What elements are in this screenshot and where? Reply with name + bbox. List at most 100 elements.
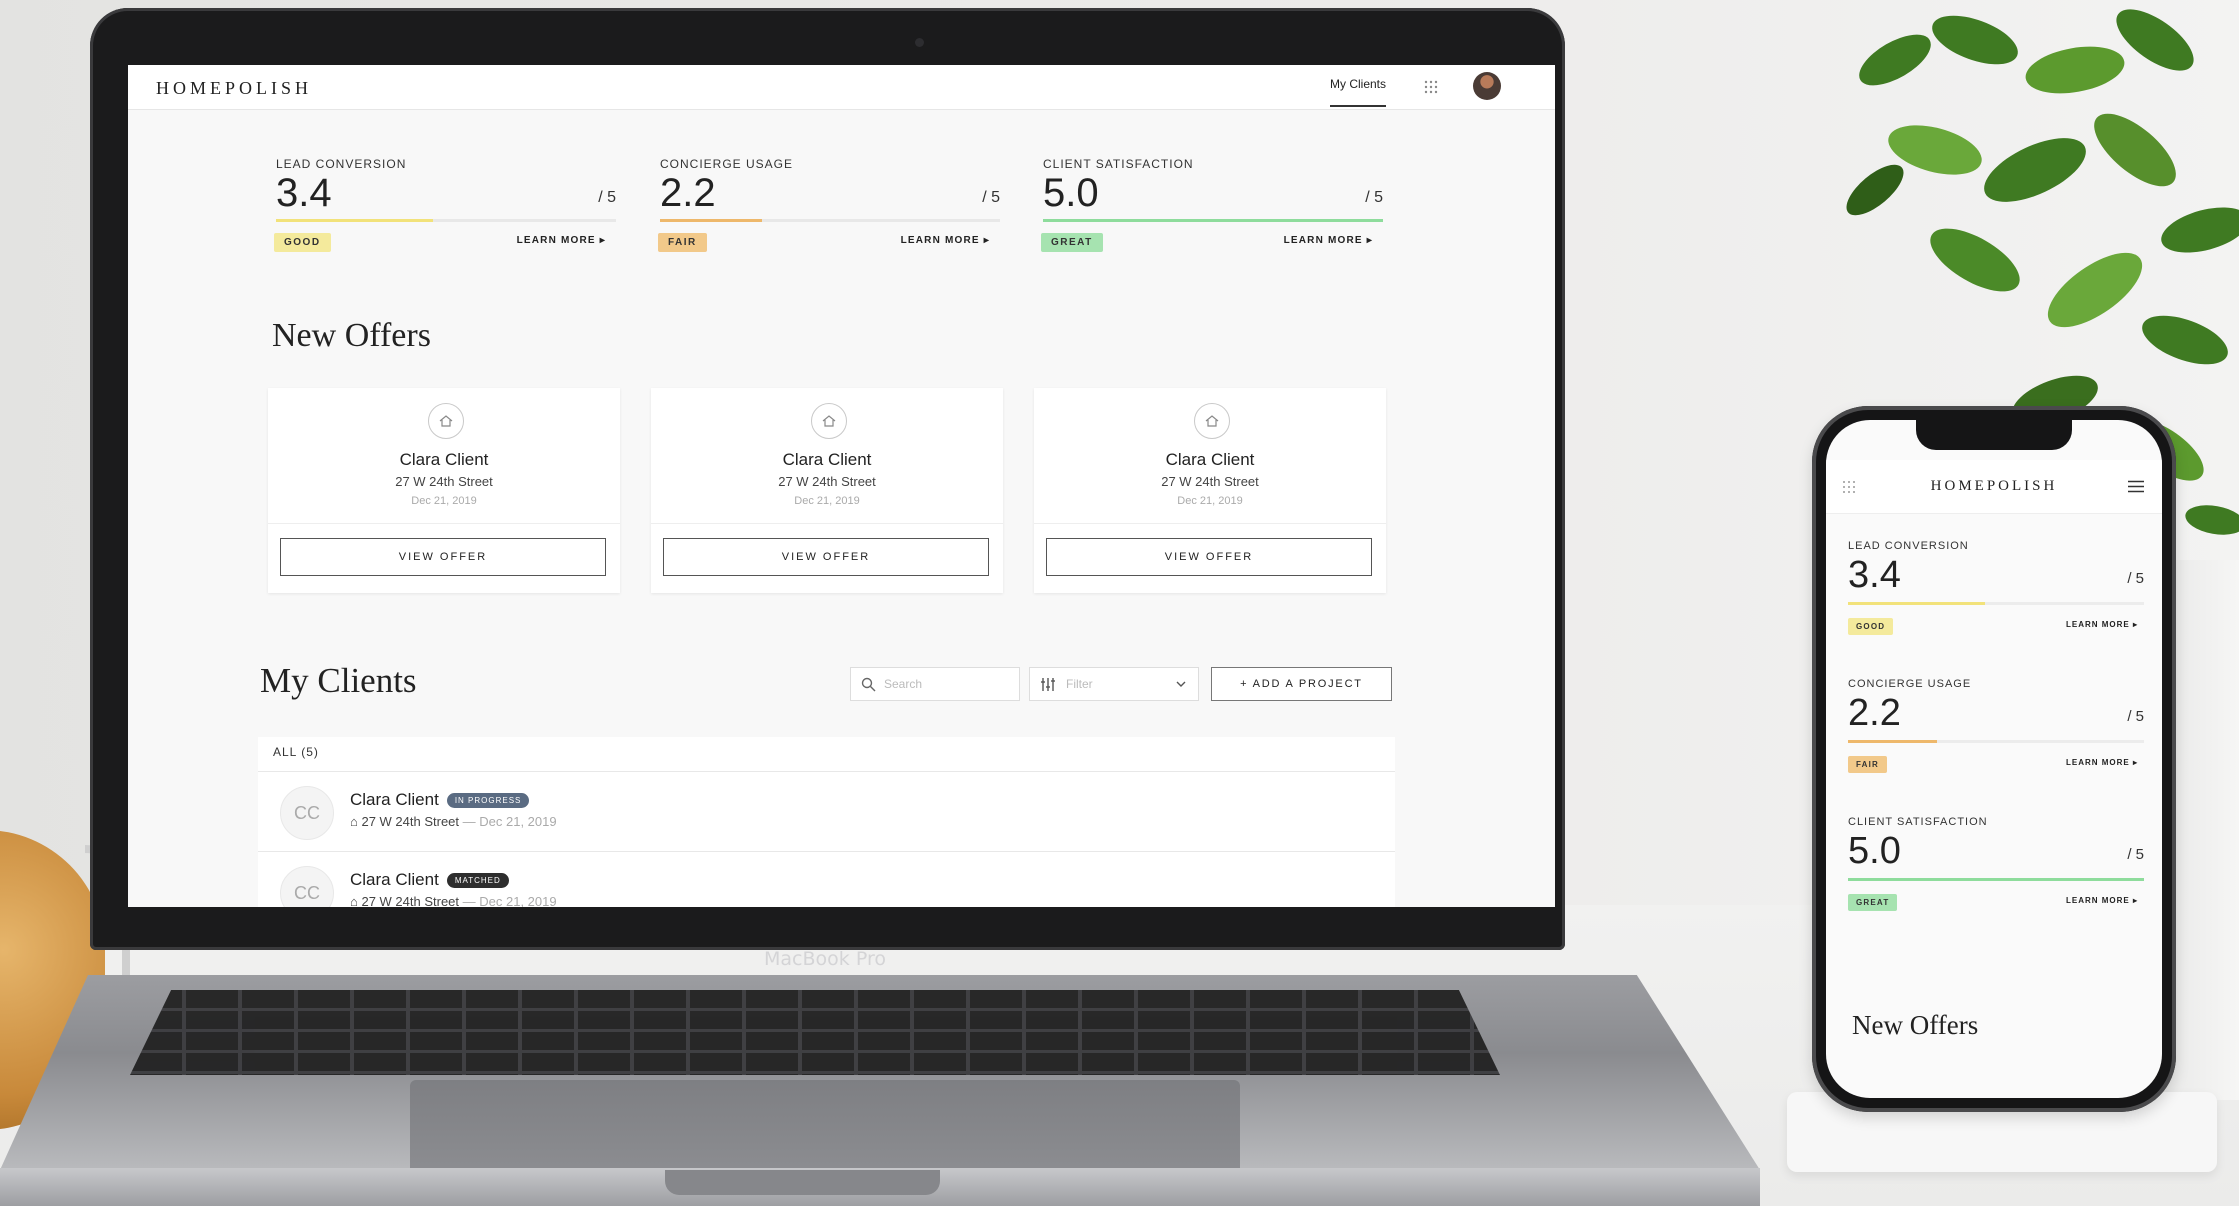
- status-badge: MATCHED: [446, 873, 509, 889]
- offer-client-name: Clara Client: [1165, 450, 1255, 469]
- metric-label: CONCIERGE USAGE: [660, 157, 794, 171]
- phone-screen: HOMEPOLISH LEAD CONVERSION 3.4 / 5 GOOD …: [1826, 420, 2162, 1098]
- metric-max: / 5: [2127, 846, 2144, 863]
- client-row[interactable]: CC Clara Client MATCHED ⌂ 27 W 24th Stree…: [258, 851, 1395, 907]
- filter-sliders-icon: [1041, 678, 1055, 691]
- client-address-line: ⌂ 27 W 24th Street — Dec 21, 2019: [350, 814, 557, 829]
- client-initials-avatar: CC: [280, 866, 334, 907]
- metric-badge: FAIR: [1848, 756, 1888, 773]
- client-row[interactable]: CC Clara Client IN PROGRESS ⌂ 27 W 24th S…: [258, 771, 1395, 851]
- filter-placeholder: Filter: [1066, 677, 1093, 691]
- metric-badge: GOOD: [1848, 618, 1894, 635]
- app-logo[interactable]: HOMEPOLISH: [156, 78, 312, 99]
- metric-progress-track: [276, 219, 616, 222]
- metric-progress-track: [660, 219, 1000, 222]
- metric-label: CONCIERGE USAGE: [1848, 678, 1972, 690]
- metric-progress-fill: [660, 219, 762, 222]
- chevron-down-icon: [1176, 681, 1186, 687]
- list-filter-all[interactable]: ALL (5): [273, 745, 319, 759]
- metric-max: / 5: [982, 189, 1000, 206]
- offer-date: Dec 21, 2019: [794, 495, 860, 507]
- laptop-trackpad: [410, 1080, 1240, 1180]
- learn-more-link[interactable]: LEARN MORE ▸: [901, 235, 990, 246]
- metric-concierge-usage: CONCIERGE USAGE 2.2 / 5 FAIR LEARN MORE …: [658, 157, 1000, 252]
- laptop-notch: [665, 1170, 940, 1195]
- metric-progress-fill: [1043, 219, 1383, 222]
- metric-badge: GOOD: [274, 233, 331, 252]
- search-placeholder: Search: [884, 677, 923, 691]
- client-date: — Dec 21, 2019: [459, 894, 557, 907]
- house-icon: [1194, 403, 1230, 439]
- offer-date: Dec 21, 2019: [1177, 495, 1243, 507]
- metric-progress-fill: [276, 219, 434, 222]
- view-offer-button[interactable]: VIEW OFFER: [663, 538, 989, 576]
- metric-value: 5.0: [1848, 830, 1901, 872]
- client-initials-avatar: CC: [280, 786, 334, 840]
- metric-badge: GREAT: [1041, 233, 1103, 252]
- house-icon: [428, 403, 464, 439]
- camera-dot: [915, 38, 924, 47]
- hamburger-menu-icon[interactable]: [2128, 480, 2144, 493]
- house-icon: [811, 403, 847, 439]
- search-input[interactable]: Search: [850, 667, 1020, 701]
- metric-progress-track: [1848, 878, 2144, 881]
- metric-value: 3.4: [276, 171, 332, 215]
- metric-progress-track: [1848, 602, 2144, 605]
- offer-client-name: Clara Client: [782, 450, 872, 469]
- app-header: HOMEPOLISH My Clients: [128, 65, 1555, 110]
- phone-metric-lead-conversion: LEAD CONVERSION 3.4 / 5 GOOD LEARN MORE …: [1848, 540, 2144, 635]
- metric-value: 2.2: [1848, 692, 1901, 734]
- user-avatar[interactable]: [1473, 72, 1501, 100]
- metric-label: CLIENT SATISFACTION: [1043, 157, 1194, 171]
- client-name: Clara Client: [350, 790, 439, 809]
- metric-max: / 5: [2127, 570, 2144, 587]
- metric-label: LEAD CONVERSION: [1848, 540, 1969, 552]
- view-offer-button[interactable]: VIEW OFFER: [1046, 538, 1372, 576]
- offer-card: Clara Client 27 W 24th Street Dec 21, 20…: [268, 388, 620, 593]
- laptop-keyboard: [130, 990, 1500, 1075]
- metric-badge: GREAT: [1848, 894, 1898, 911]
- metric-progress-fill: [1848, 740, 1937, 743]
- add-project-button[interactable]: + ADD A PROJECT: [1211, 667, 1392, 701]
- nav-my-clients[interactable]: My Clients: [1330, 77, 1387, 107]
- client-name-line: Clara Client IN PROGRESS: [350, 790, 530, 810]
- learn-more-link[interactable]: LEARN MORE ▸: [2066, 896, 2138, 905]
- learn-more-link[interactable]: LEARN MORE ▸: [1284, 235, 1373, 246]
- filter-dropdown[interactable]: Filter: [1029, 667, 1199, 701]
- new-offers-title: New Offers: [272, 317, 431, 354]
- metric-value: 5.0: [1043, 171, 1099, 215]
- metric-progress-fill: [1848, 878, 2144, 881]
- phone-new-offers-title: New Offers: [1852, 1010, 1979, 1040]
- offer-address: 27 W 24th Street: [778, 474, 876, 489]
- metric-client-satisfaction: CLIENT SATISFACTION 5.0 / 5 GREAT LEARN …: [1041, 157, 1383, 252]
- learn-more-link[interactable]: LEARN MORE ▸: [517, 235, 606, 246]
- client-address-line: ⌂ 27 W 24th Street — Dec 21, 2019: [350, 894, 557, 907]
- phone-metric-client-satisfaction: CLIENT SATISFACTION 5.0 / 5 GREAT LEARN …: [1848, 816, 2144, 911]
- phone-app-header: HOMEPOLISH: [1826, 460, 2162, 514]
- divider: [268, 523, 620, 524]
- client-date: — Dec 21, 2019: [459, 814, 557, 829]
- metric-max: / 5: [1365, 189, 1383, 206]
- house-icon: ⌂: [350, 814, 362, 829]
- metric-progress-track: [1848, 740, 2144, 743]
- view-offer-button[interactable]: VIEW OFFER: [280, 538, 606, 576]
- metric-max: / 5: [598, 189, 616, 206]
- apps-grid-icon[interactable]: [1423, 79, 1439, 95]
- laptop-screen: HOMEPOLISH My Clients LEAD CONVERSION 3.…: [128, 65, 1555, 907]
- my-clients-title: My Clients: [260, 661, 417, 700]
- learn-more-link[interactable]: LEARN MORE ▸: [2066, 620, 2138, 629]
- metric-label: CLIENT SATISFACTION: [1848, 816, 1988, 828]
- metric-value: 2.2: [660, 171, 716, 215]
- phone-notch: [1916, 420, 2072, 450]
- laptop-brand-label: MacBook Pro: [764, 948, 886, 970]
- metric-progress-fill: [1848, 602, 1985, 605]
- divider: [651, 523, 1003, 524]
- client-name: Clara Client: [350, 870, 439, 889]
- offer-address: 27 W 24th Street: [1161, 474, 1259, 489]
- learn-more-link[interactable]: LEARN MORE ▸: [2066, 758, 2138, 767]
- phone-app-logo[interactable]: HOMEPOLISH: [1826, 478, 2162, 495]
- phone-metric-concierge-usage: CONCIERGE USAGE 2.2 / 5 FAIR LEARN MORE …: [1848, 678, 2144, 773]
- house-icon: ⌂: [350, 894, 362, 907]
- status-badge: IN PROGRESS: [446, 793, 530, 809]
- offer-address: 27 W 24th Street: [395, 474, 493, 489]
